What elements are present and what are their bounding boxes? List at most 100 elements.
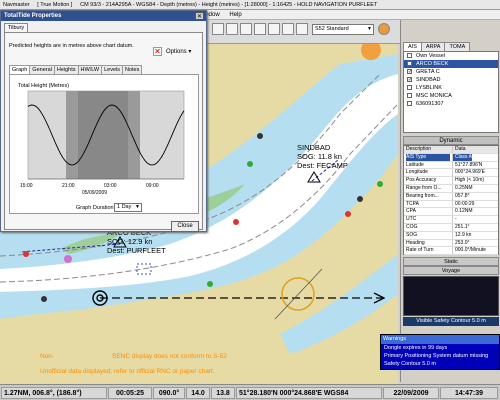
dynamic-table-row[interactable]: TCPA 00:00:29: [404, 200, 498, 209]
dynamic-key: COG: [406, 223, 418, 230]
vessel-list-item[interactable]: ✓ SINDBAD: [404, 76, 498, 84]
display-standard-value: S52 Standard: [315, 26, 349, 32]
dynamic-key: Heading: [406, 239, 425, 246]
tab-general[interactable]: General: [29, 65, 55, 74]
warning-line-3: Safety Contour 5.0 m: [384, 361, 436, 367]
vessel-name: MSC MONICA: [416, 93, 452, 99]
tide-graph: Total Height (Metres) 15:00 21:00 03:00 …: [12, 77, 198, 201]
vessel-checkbox[interactable]: ✓: [407, 77, 412, 83]
toolbar-button-7[interactable]: [296, 23, 308, 35]
dynamic-key: TCPA: [406, 200, 419, 207]
dynamic-table-row[interactable]: Longitude 000°24.969'E: [404, 169, 498, 178]
tab-location[interactable]: Tilbury: [4, 23, 28, 32]
dynamic-table-row[interactable]: SOG 12.9 kn: [404, 231, 498, 240]
graph-date: 05/09/2009: [82, 190, 107, 196]
window-title-bar: Navmaster [ True Motion ] CM 93/3 - 214A…: [0, 0, 500, 10]
vessel-list-item[interactable]: ✓ ARCO BECK: [404, 60, 498, 68]
voyage-bar[interactable]: Voyage: [403, 266, 499, 275]
vessel-list[interactable]: Own Vessel ✓ ARCO BECK ✓ GRETA C ✓ SINDBAD LYSB…: [403, 51, 499, 133]
dynamic-value: 00:00:29: [452, 200, 474, 208]
tick-0300: 03:00: [104, 183, 117, 189]
dynamic-value: 000°24.969'E: [452, 169, 485, 177]
column-description: Description: [406, 146, 432, 152]
status-timer: 00:05:25: [108, 387, 152, 399]
tide-graph-title: Total Height (Metres): [18, 83, 69, 89]
dynamic-key: AIS Type: [406, 153, 450, 161]
vessel-checkbox[interactable]: [407, 85, 412, 90]
vessel-checkbox[interactable]: [407, 93, 412, 98]
tab-toma[interactable]: TOMA: [444, 42, 471, 51]
dynamic-table-row[interactable]: CPA 0.12NM: [404, 208, 498, 217]
toolbar-button-1[interactable]: [212, 23, 224, 35]
dynamic-table-row[interactable]: Heading 253.0°: [404, 239, 498, 248]
dynamic-table-row[interactable]: Latitude 51°27.896'N: [404, 161, 498, 170]
toolbar-button-5[interactable]: [268, 23, 280, 35]
dynamic-table-row[interactable]: AIS Type Class A: [404, 153, 498, 162]
status-date: 22/09/2009: [383, 387, 439, 399]
tab-notes[interactable]: Notes: [121, 65, 143, 74]
dynamic-table-row[interactable]: Rate of Turn 000.0°/Minute: [404, 247, 498, 256]
tab-arpa[interactable]: ARPA: [420, 42, 446, 51]
toolbar-button-3[interactable]: [240, 23, 252, 35]
dynamic-key: Pos Accuracy: [406, 177, 437, 184]
dynamic-header[interactable]: Dynamic: [403, 136, 499, 145]
totaltide-dialog[interactable]: TotalTide Properties ✕ Tilbury Predicted…: [0, 10, 207, 232]
tab-ais[interactable]: AIS: [403, 42, 422, 51]
vessel-name: ARCO BECK: [416, 61, 449, 67]
tick-0900: 09:00: [146, 183, 159, 189]
tab-graph[interactable]: Graph: [9, 65, 31, 74]
vessel-list-item[interactable]: ✓ GRETA C: [404, 68, 498, 76]
dialog-tabs: Graph General Heights HW/LW Levels Notes: [9, 65, 143, 74]
display-standard-select[interactable]: S52 Standard ▼: [312, 24, 374, 35]
dynamic-value: Class A: [452, 153, 472, 161]
warnings-title: Warnings: [381, 335, 499, 344]
static-bar[interactable]: Static: [403, 257, 499, 266]
dynamic-value: 000.0°/Minute: [452, 247, 486, 255]
tick-1500: 15:00: [20, 183, 33, 189]
title-chart-info: CM 93/3 - 214A295A - WGS84 - Depth (metr…: [80, 2, 378, 8]
dynamic-key: Rate of Turn: [406, 247, 434, 254]
tab-levels[interactable]: Levels: [101, 65, 123, 74]
vessel-list-item[interactable]: Own Vessel: [404, 52, 498, 60]
vessel-checkbox[interactable]: [407, 53, 412, 58]
vessel-checkbox[interactable]: [407, 101, 412, 106]
safety-contour-indicator: Visible Safety Contour 5.0 m: [403, 317, 499, 326]
duration-select[interactable]: 1 Day ▼: [114, 203, 142, 212]
vessel-list-item[interactable]: LYSBLINK: [404, 84, 498, 92]
close-button[interactable]: Close: [171, 221, 199, 232]
close-icon[interactable]: ✕: [195, 12, 204, 20]
toolbar-button-2[interactable]: [226, 23, 238, 35]
vessel-checkbox[interactable]: ✓: [407, 69, 412, 75]
chevron-down-icon: ▾: [188, 49, 192, 55]
arco-sog: SOG: 12.9 kn: [107, 237, 152, 246]
vessel-name: SINDBAD: [416, 77, 441, 83]
dynamic-key: Bearing from...: [406, 192, 439, 199]
vessel-list-item[interactable]: 636091307: [404, 100, 498, 108]
title-app: Navmaster: [3, 2, 30, 8]
chart-compass-icon[interactable]: [378, 23, 390, 35]
toolbar-button-6[interactable]: [282, 23, 294, 35]
toolbar-button-4[interactable]: [254, 23, 266, 35]
tab-hwlw[interactable]: HW/LW: [77, 65, 103, 74]
dynamic-table-row[interactable]: Range from O... 0.25NM: [404, 184, 498, 193]
dynamic-value: 12.9 kn: [452, 231, 471, 239]
warnings-popup[interactable]: Warnings Dongle expires in 99 days Prima…: [380, 334, 500, 370]
dialog-title: TotalTide Properties: [1, 11, 206, 21]
dynamic-table-row[interactable]: Bearing from... 057.8°: [404, 192, 498, 201]
options-button[interactable]: Options ▾: [166, 48, 191, 55]
vessel-list-item[interactable]: MSC MONICA: [404, 92, 498, 100]
dynamic-table-row[interactable]: COG 251.1°: [404, 223, 498, 232]
delete-x-icon[interactable]: ✕: [153, 47, 162, 56]
chart-warning-prefix: Non-: [40, 353, 54, 360]
dynamic-table-row[interactable]: UTC -: [404, 216, 498, 224]
tab-heights[interactable]: Heights: [53, 65, 79, 74]
vessel-checkbox[interactable]: ✓: [407, 61, 412, 67]
datum-note: Predicted heights are in metres above ch…: [9, 43, 134, 49]
chart-warning-unofficial: Unofficial data displayed; refer to offi…: [40, 368, 215, 375]
dynamic-table-row[interactable]: Pos Accuracy High (< 10m): [404, 177, 498, 185]
menu-help[interactable]: Help: [225, 10, 245, 20]
dynamic-key: UTC: [406, 216, 417, 223]
vessel-name: 636091307: [416, 101, 444, 107]
tide-graph-panel: Total Height (Metres) 15:00 21:00 03:00 …: [9, 74, 199, 214]
chevron-down-icon: ▼: [135, 204, 140, 210]
